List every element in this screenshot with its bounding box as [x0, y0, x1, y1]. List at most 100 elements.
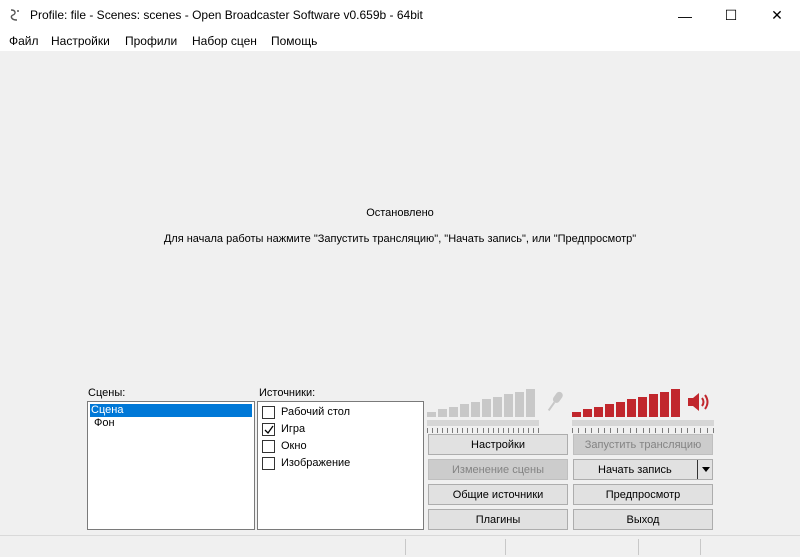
mic-volume-meter[interactable] — [427, 387, 539, 417]
volume-tick — [623, 428, 624, 433]
volume-tick — [681, 428, 682, 433]
volume-bar — [627, 399, 636, 417]
source-checkbox[interactable] — [262, 405, 275, 419]
source-item[interactable]: Игра — [262, 421, 305, 437]
minimize-button[interactable]: — — [662, 0, 708, 31]
close-icon: ✕ — [771, 7, 783, 23]
volume-tick — [694, 428, 695, 433]
source-item[interactable]: Окно — [262, 438, 307, 454]
maximize-button[interactable]: ☐ — [708, 0, 754, 31]
obs-app-icon — [8, 8, 22, 22]
status-divider — [638, 539, 639, 555]
scene-item[interactable]: Фон — [90, 417, 252, 430]
microphone-icon[interactable] — [542, 389, 566, 418]
volume-bar — [471, 402, 480, 417]
window-title: Profile: file - Scenes: scenes - Open Br… — [30, 8, 423, 22]
exit-button[interactable]: Выход — [573, 509, 713, 530]
volume-tick — [477, 428, 478, 433]
volume-tick — [523, 428, 524, 433]
volume-tick — [462, 428, 463, 433]
volume-bar — [638, 397, 647, 417]
volume-tick — [687, 428, 688, 433]
volume-bar — [427, 412, 436, 417]
volume-bar — [460, 404, 469, 417]
status-bar — [0, 535, 800, 557]
speaker-icon[interactable] — [686, 390, 712, 417]
volume-tick — [630, 428, 631, 433]
volume-tick — [467, 428, 468, 433]
volume-bar — [660, 392, 669, 417]
source-label: Игра — [281, 423, 306, 435]
volume-tick — [585, 428, 586, 433]
volume-tick — [655, 428, 656, 433]
sources-list[interactable]: Рабочий стол Игра Окно Изображение — [257, 401, 424, 530]
source-checkbox[interactable] — [262, 422, 275, 436]
volume-track[interactable] — [572, 420, 714, 426]
volume-tick — [447, 428, 448, 433]
source-item[interactable]: Изображение — [262, 455, 350, 471]
volume-tick — [617, 428, 618, 433]
preview-button[interactable]: Предпросмотр — [573, 484, 713, 505]
volume-tick — [713, 428, 714, 433]
volume-tick — [668, 428, 669, 433]
start-record-button[interactable]: Начать запись — [573, 459, 713, 480]
volume-bar — [526, 389, 535, 417]
volume-tick — [591, 428, 592, 433]
edit-scene-button[interactable]: Изменение сцены — [428, 459, 568, 480]
volume-tick — [675, 428, 676, 433]
stream-status: Остановлено — [366, 207, 434, 219]
volume-bar — [438, 409, 447, 417]
menu-profiles[interactable]: Профили — [125, 34, 177, 48]
desktop-volume-meter[interactable] — [572, 387, 684, 417]
menu-bar: Файл Настройки Профили Набор сцен Помощь — [0, 31, 800, 51]
volume-bar — [482, 399, 491, 417]
volume-track[interactable] — [427, 420, 539, 426]
source-label: Окно — [281, 440, 307, 452]
source-checkbox[interactable] — [262, 439, 275, 453]
volume-bar — [649, 394, 658, 417]
source-label: Изображение — [281, 457, 351, 469]
volume-bar — [493, 397, 502, 417]
volume-bar — [515, 392, 524, 417]
volume-tick — [707, 428, 708, 433]
volume-bar — [583, 409, 592, 417]
volume-tick — [643, 428, 644, 433]
volume-bar — [449, 407, 458, 417]
volume-tick — [636, 428, 637, 433]
volume-tick — [700, 428, 701, 433]
volume-tick — [533, 428, 534, 433]
menu-settings[interactable]: Настройки — [51, 34, 110, 48]
checkmark-icon — [264, 425, 274, 434]
settings-button[interactable]: Настройки — [428, 434, 568, 455]
source-checkbox[interactable] — [262, 456, 275, 470]
start-stream-button[interactable]: Запустить трансляцию — [573, 434, 713, 455]
plugins-button[interactable]: Плагины — [428, 509, 568, 530]
volume-bar — [504, 394, 513, 417]
volume-tick — [432, 428, 433, 433]
volume-bar — [616, 402, 625, 417]
source-item[interactable]: Рабочий стол — [262, 404, 350, 420]
volume-tick — [483, 428, 484, 433]
close-button[interactable]: ✕ — [754, 0, 800, 31]
volume-tick — [598, 428, 599, 433]
menu-file[interactable]: Файл — [9, 34, 39, 48]
volume-tick — [503, 428, 504, 433]
volume-tick — [538, 428, 539, 433]
scene-item[interactable]: Сцена — [90, 404, 252, 417]
scenes-label: Сцены: — [88, 387, 126, 399]
volume-tick — [662, 428, 663, 433]
volume-tick — [472, 428, 473, 433]
menu-scene-collection[interactable]: Набор сцен — [192, 34, 257, 48]
mic-volume-slider[interactable] — [427, 420, 714, 434]
volume-tick — [518, 428, 519, 433]
volume-tick — [578, 428, 579, 433]
global-sources-button[interactable]: Общие источники — [428, 484, 568, 505]
volume-tick — [649, 428, 650, 433]
record-dropdown-button[interactable] — [697, 460, 713, 479]
volume-bar — [572, 412, 581, 417]
maximize-icon: ☐ — [724, 7, 738, 23]
volume-tick — [508, 428, 509, 433]
scenes-list[interactable]: Сцена Фон — [87, 401, 255, 530]
menu-help[interactable]: Помощь — [271, 34, 317, 48]
volume-tick — [427, 428, 428, 433]
